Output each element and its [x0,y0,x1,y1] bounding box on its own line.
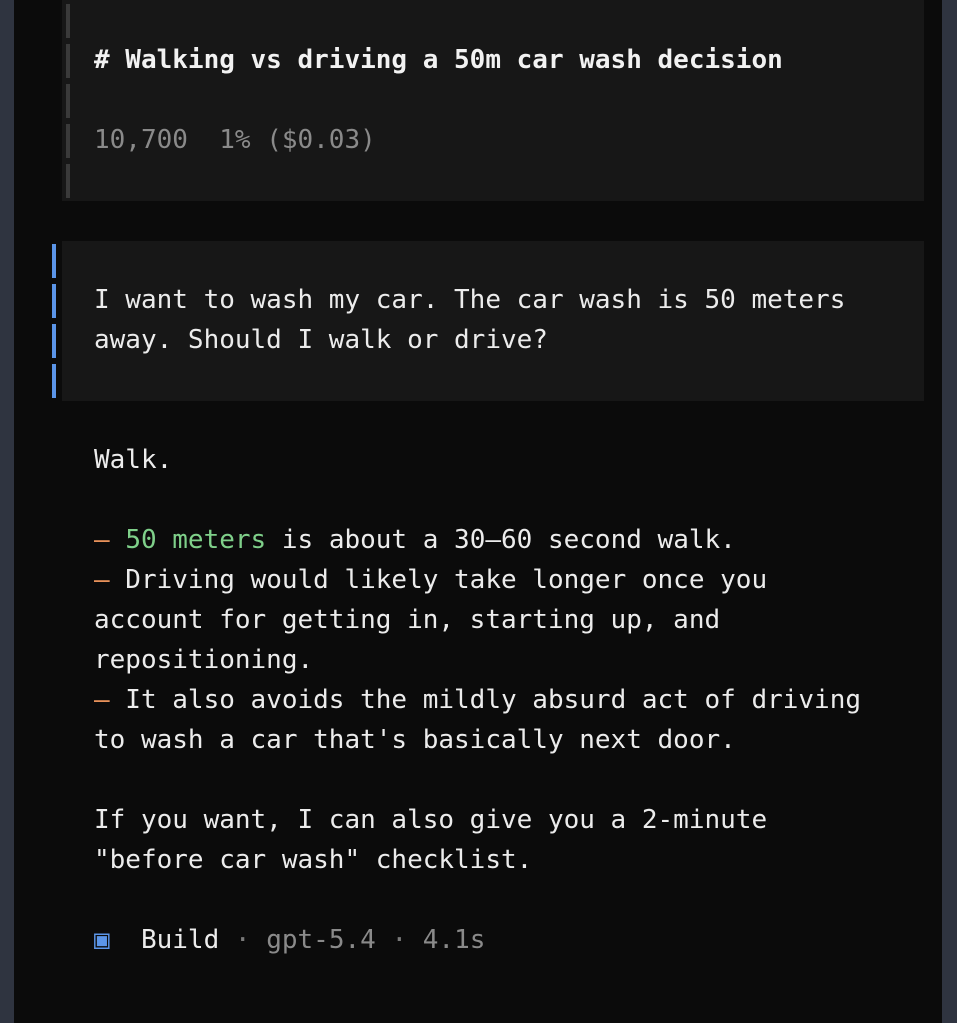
assistant-outro: "before car wash" checklist. [94,845,533,875]
session-usage: 10,700 1% ($0.03) [94,120,376,160]
session-title: # Walking vs driving a 50m car wash deci… [94,45,783,75]
bullet-text: It also avoids the mildly absurd act of … [109,685,862,715]
response-duration: 4.1s [422,925,486,955]
header-bar-segment [66,164,70,198]
header-bar-segment [66,44,70,78]
session-header [62,0,924,201]
bullet-item: – Driving would likely take longer once … [94,560,767,600]
square-icon: ▣ [94,925,110,955]
bullet-item: – It also avoids the mildly absurd act o… [94,680,861,720]
bullet-continuation: to wash a car that's basically next door… [94,725,736,755]
user-bar-segment [52,364,56,398]
bullet-item: – 50 meters is about a 30–60 second walk… [94,520,736,560]
separator: · [391,925,408,955]
bullet-continuation: repositioning. [94,645,314,675]
terminal-window: # Walking vs driving a 50m car wash deci… [14,0,942,1023]
token-count: 10,700 [94,125,188,155]
bullet-text: Driving would likely take longer once yo… [109,565,768,595]
user-message-line: away. Should I walk or drive? [94,325,548,355]
user-message-line: I want to wash my car. The car wash is 5… [94,285,846,315]
assistant-intro: Walk. [94,445,173,475]
header-bar-segment [66,124,70,158]
bullet-marker: – [94,525,110,555]
bullet-marker: – [94,685,110,715]
model-name: gpt-5.4 [266,925,376,955]
user-bar-segment [52,284,56,318]
header-bar-segment [66,84,70,118]
separator: · [234,925,251,955]
user-bar-segment [52,324,56,358]
header-bar-segment [66,4,70,38]
bullet-text: is about a 30–60 second walk. [266,525,736,555]
agent-name: Build [140,925,220,955]
user-bar-segment [52,244,56,278]
response-footer: ▣ Build · gpt-5.4 · 4.1s [94,920,485,960]
cost-usage: 1% ($0.03) [219,125,376,155]
bullet-marker: – [94,565,110,595]
assistant-outro: If you want, I can also give you a 2-min… [94,805,768,835]
highlight-text: 50 meters [125,525,267,555]
bullet-continuation: account for getting in, starting up, and [94,605,721,635]
